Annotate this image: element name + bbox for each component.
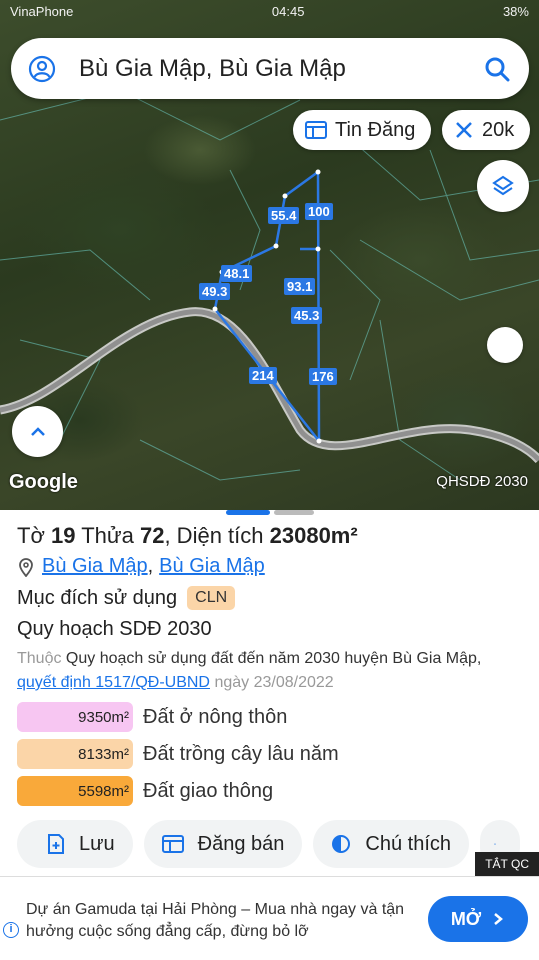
usage-label: Mục đích sử dụng (17, 586, 178, 609)
layers-button[interactable] (477, 160, 529, 212)
contrast-icon (332, 835, 351, 853)
search-icon[interactable] (483, 55, 511, 83)
status-bar: VinaPhone 04:45 38% (10, 4, 529, 22)
save-button[interactable]: Lưu (17, 820, 133, 868)
parcel-title: Tờ 19 Thửa 72, Diện tích 23080m² (17, 523, 522, 549)
search-text[interactable]: Bù Gia Mập, Bù Gia Mập (79, 55, 483, 83)
action-bar: Lưu Đăng bán Chú thích (17, 820, 522, 868)
legend-swatch: 9350m² (17, 702, 133, 732)
edge-label: 100 (305, 203, 333, 220)
time-text: 04:45 (271, 4, 305, 19)
legend-name: Đất giao thông (143, 779, 274, 802)
location-link-commune[interactable]: Bù Gia Mập (42, 555, 148, 578)
legend-label: Chú thích (365, 832, 451, 855)
plan-description: Thuộc Quy hoạch sử dụng đất đến năm 2030… (17, 647, 522, 695)
location-sep: , (147, 555, 154, 577)
location-button[interactable] (487, 327, 523, 363)
legend-name: Đất trồng cây lâu năm (143, 742, 339, 765)
parcel-info-sheet: Tờ 19 Thửa 72, Diện tích 23080m² Bù Gia … (0, 516, 539, 876)
legend-item: 8133m² Đất trồng cây lâu năm (17, 739, 522, 769)
expand-up-button[interactable] (12, 406, 63, 457)
area-label: , Diện tích (164, 523, 264, 548)
legend-swatch: 5598m² (17, 776, 133, 806)
plan-decision-link[interactable]: quyết định 1517/QĐ-UBND (17, 674, 210, 691)
chevron-up-icon (30, 426, 45, 436)
account-icon[interactable] (27, 54, 57, 84)
listing-icon (161, 835, 184, 853)
post-sale-label: Đăng bán (197, 832, 285, 855)
plan-name: Quy hoạch sử dụng đất đến năm 2030 huyện… (65, 650, 482, 667)
battery-text: 38% (502, 4, 529, 19)
plan-prefix: Thuộc (17, 650, 62, 667)
save-label: Lưu (79, 832, 115, 855)
google-logo: Google (9, 471, 78, 493)
add-file-icon (48, 834, 64, 854)
edge-label: 93.1 (284, 278, 316, 295)
legend-button[interactable]: Chú thích (313, 820, 469, 868)
listing-icon (305, 121, 327, 139)
legend-name: Đất ở nông thôn (143, 705, 288, 728)
ad-open-button[interactable]: MỞ (428, 896, 528, 942)
edge-label: 214 (249, 367, 277, 384)
ad-text[interactable]: Dự án Gamuda tại Hải Phòng – Mua nhà nga… (26, 899, 416, 943)
parcel-word: Thửa (81, 523, 134, 548)
legend-item: 9350m² Đất ở nông thôn (17, 702, 522, 732)
layers-icon (492, 175, 514, 196)
ad-info-icon[interactable]: i (3, 922, 19, 938)
pin-icon (19, 557, 33, 577)
sheet-handle-active[interactable] (226, 510, 270, 515)
legend-swatch: 8133m² (17, 739, 133, 769)
area-value: 23080m² (269, 523, 358, 548)
plan-date: ngày 23/08/2022 (214, 674, 334, 691)
edge-label: 176 (309, 368, 337, 385)
close-ad-button[interactable]: TẮT QC (475, 852, 539, 876)
layer-name: QHSDĐ 2030 (436, 473, 528, 490)
radius-button[interactable]: 20k (442, 110, 530, 150)
legend-item: 5598m² Đất giao thông (17, 776, 522, 806)
location-link-district[interactable]: Bù Gia Mập (159, 555, 265, 578)
edge-label: 48.1 (221, 265, 253, 282)
location-row: Bù Gia Mập, Bù Gia Mập (17, 555, 522, 578)
radius-label: 20k (482, 118, 515, 141)
search-bar[interactable]: Bù Gia Mập, Bù Gia Mập (11, 38, 529, 99)
tin-dang-button[interactable]: Tin Đăng (293, 110, 431, 150)
usage-row: Mục đích sử dụng CLN (17, 586, 522, 610)
parcel-number: 72 (139, 523, 165, 548)
carrier-text: VinaPhone (10, 4, 74, 19)
post-sale-button[interactable]: Đăng bán (143, 820, 303, 868)
ad-banner[interactable]: i Dự án Gamuda tại Hải Phòng – Mua nhà n… (0, 876, 539, 960)
chevron-right-icon (494, 913, 504, 925)
ad-cta-label: MỞ (450, 908, 482, 929)
title-prefix: Tờ (17, 523, 45, 548)
ruler-icon (456, 122, 472, 138)
sheet-handle[interactable] (274, 510, 314, 515)
edge-label: 45.3 (291, 307, 323, 324)
tin-dang-label: Tin Đăng (335, 118, 416, 141)
plan-title: Quy hoạch SDĐ 2030 (17, 618, 212, 640)
edge-label: 49.3 (199, 283, 231, 300)
usage-code-badge: CLN (187, 586, 236, 610)
map-view[interactable]: VinaPhone 04:45 38% Bù Gia Mập, Bù Gia M… (0, 0, 539, 510)
sheet-number: 19 (51, 523, 76, 548)
edge-label: 55.4 (268, 207, 300, 224)
